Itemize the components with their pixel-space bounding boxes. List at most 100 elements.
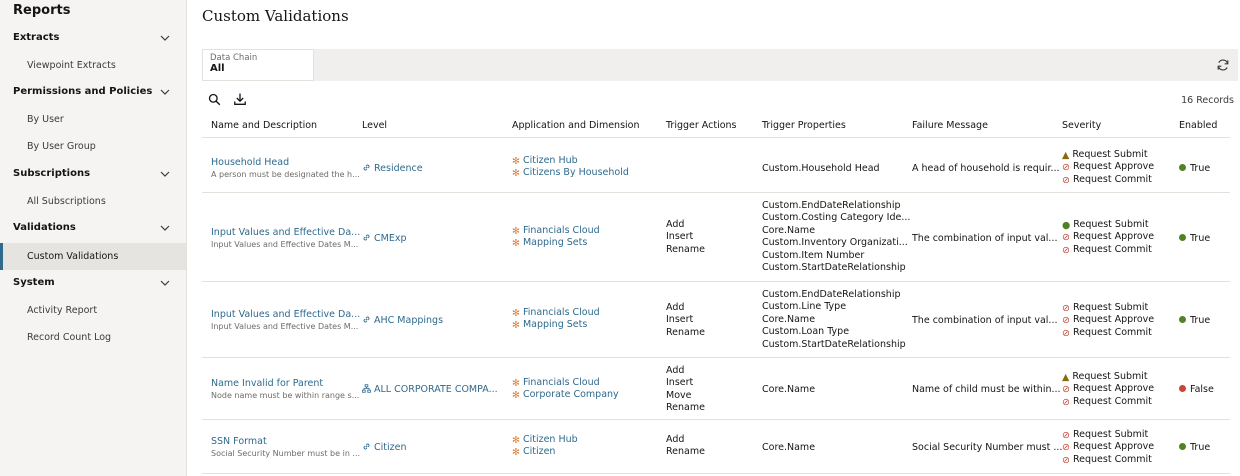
- column-header-name[interactable]: Name and Description: [211, 120, 317, 131]
- severity-cell: ▲ Request Submit ⊘ Request Approve ⊘ Reques…: [1062, 371, 1154, 408]
- sidebar-section-label: Subscriptions: [13, 168, 91, 179]
- download-icon[interactable]: [233, 92, 247, 106]
- application-link[interactable]: ✻ Citizen Hub: [512, 434, 578, 446]
- severity-label: Request Submit: [1072, 149, 1148, 160]
- trigger-property: Core.Name: [762, 313, 816, 325]
- name-cell: Input Values and Effective Da... Input V…: [211, 309, 360, 331]
- trigger-action: Rename: [666, 402, 705, 414]
- validation-name-link[interactable]: Name Invalid for Parent: [211, 378, 359, 389]
- dimension-link[interactable]: ✻ Citizens By Household: [512, 167, 629, 179]
- error-icon: ⊘: [1062, 315, 1070, 327]
- status-dot-green: [1179, 443, 1186, 450]
- severity-label: Request Commit: [1072, 395, 1152, 407]
- dimension-link[interactable]: ✻ Citizen: [512, 446, 578, 458]
- dimension-link[interactable]: ✻ Mapping Sets: [512, 237, 600, 249]
- sidebar-item-record-count-log[interactable]: Record Count Log: [0, 324, 186, 351]
- validation-name-link[interactable]: Household Head: [211, 157, 360, 168]
- name-cell: Input Values and Effective Da... Input V…: [211, 227, 360, 249]
- severity-item: ⊘ Request Approve: [1062, 441, 1154, 453]
- sidebar-item-label: All Subscriptions: [27, 196, 106, 207]
- level-link[interactable]: ALL CORPORATE COMPA...: [362, 384, 498, 395]
- column-header-application[interactable]: Application and Dimension: [512, 120, 640, 131]
- application-cell: ✻ Financials Cloud ✻ Corporate Company: [512, 377, 619, 402]
- sidebar-section-extracts[interactable]: Extracts: [0, 25, 186, 52]
- error-icon: ⊘: [1062, 327, 1070, 339]
- column-header-level[interactable]: Level: [362, 120, 387, 131]
- severity-label: Request Approve: [1072, 231, 1155, 243]
- validation-name-link[interactable]: SSN Format: [211, 436, 360, 447]
- sidebar-section-subscriptions[interactable]: Subscriptions: [0, 161, 186, 188]
- severity-label: Request Approve: [1072, 383, 1155, 395]
- trigger-property: Custom.Inventory Organizati...: [762, 237, 908, 249]
- validation-description: Social Security Number must be in ...: [211, 449, 361, 458]
- trigger-property: Custom.Line Type: [762, 301, 847, 313]
- dimension-link[interactable]: ✻ Corporate Company: [512, 389, 619, 401]
- column-header-severity[interactable]: Severity: [1062, 120, 1101, 131]
- application-link[interactable]: ✻ Financials Cloud: [512, 377, 619, 389]
- failure-message: The combination of input val...: [912, 233, 1058, 244]
- trigger-property: Core.Name: [762, 384, 816, 395]
- chevron-down-icon: [160, 35, 170, 41]
- error-icon: ⊘: [1062, 244, 1070, 256]
- application-link[interactable]: ✻ Citizen Hub: [512, 155, 629, 167]
- application-link[interactable]: ✻ Financials Cloud: [512, 307, 600, 319]
- application-cell: ✻ Financials Cloud ✻ Mapping Sets: [512, 225, 600, 250]
- severity-item: ⊘ Request Commit: [1062, 396, 1154, 408]
- sidebar-item-by-user-group[interactable]: By User Group: [0, 133, 186, 160]
- sidebar-section-validations[interactable]: Validations: [0, 215, 186, 242]
- application-label: Financials Cloud: [522, 377, 600, 388]
- failure-message: Name of child must be within...: [912, 384, 1061, 395]
- trigger-properties-cell: Custom.Household Head: [762, 163, 880, 175]
- sidebar-section-label: Validations: [13, 222, 76, 233]
- snowflake-icon: ✻: [512, 447, 520, 459]
- severity-cell: ▲ Request Submit ⊘ Request Approve ⊘ Reques…: [1062, 149, 1154, 186]
- dimension-label: Mapping Sets: [522, 319, 588, 331]
- sidebar-item-label: Viewpoint Extracts: [27, 60, 116, 71]
- validation-description: Node name must be within range s...: [211, 391, 360, 400]
- dimension-link[interactable]: ✻ Mapping Sets: [512, 319, 600, 331]
- check-circle-icon: ●: [1062, 220, 1071, 231]
- sidebar-item-viewpoint-extracts[interactable]: Viewpoint Extracts: [0, 52, 186, 79]
- sidebar-section-system[interactable]: System: [0, 270, 186, 297]
- trigger-actions-cell: Add Insert Rename: [666, 302, 705, 339]
- column-header-enabled[interactable]: Enabled: [1179, 120, 1217, 131]
- enabled-cell: True: [1179, 233, 1210, 245]
- level-link[interactable]: Residence: [362, 163, 423, 174]
- severity-item: ⊘ Request Commit: [1062, 174, 1154, 186]
- column-header-trigger-actions[interactable]: Trigger Actions: [666, 120, 737, 131]
- level-link[interactable]: AHC Mappings: [362, 315, 443, 326]
- trigger-property: Custom.Household Head: [762, 163, 880, 174]
- severity-item: ⊘ Request Commit: [1062, 454, 1154, 466]
- sidebar-item-custom-validations[interactable]: Custom Validations: [0, 243, 186, 270]
- data-chain-select[interactable]: Data Chain All: [202, 49, 314, 81]
- sidebar-item-all-subscriptions[interactable]: All Subscriptions: [0, 188, 186, 215]
- level-link[interactable]: Citizen: [362, 442, 407, 453]
- column-header-trigger-properties[interactable]: Trigger Properties: [762, 120, 846, 131]
- search-icon[interactable]: [208, 93, 221, 106]
- snowflake-icon: ✻: [512, 308, 520, 319]
- link-icon: [363, 164, 370, 171]
- chevron-down-icon: [160, 225, 170, 231]
- refresh-icon[interactable]: [1216, 58, 1230, 72]
- severity-item: ⊘ Request Approve: [1062, 161, 1154, 173]
- column-header-failure-message[interactable]: Failure Message: [912, 120, 988, 131]
- sidebar-item-by-user[interactable]: By User: [0, 106, 186, 133]
- level-label: Citizen: [374, 442, 407, 453]
- level-label: AHC Mappings: [374, 315, 444, 326]
- sidebar-section-permissions[interactable]: Permissions and Policies: [0, 79, 186, 106]
- application-link[interactable]: ✻ Financials Cloud: [512, 225, 600, 237]
- validation-name-link[interactable]: Input Values and Effective Da...: [211, 227, 360, 238]
- trigger-action: Add: [666, 219, 685, 230]
- name-cell: Household Head A person must be designat…: [211, 157, 360, 179]
- validation-name-link[interactable]: Input Values and Effective Da...: [211, 309, 360, 320]
- severity-item: ▲ Request Submit: [1062, 371, 1154, 383]
- trigger-action: Rename: [666, 326, 705, 338]
- enabled-label: False: [1190, 384, 1214, 395]
- sidebar-item-label: By User: [27, 114, 64, 125]
- chevron-down-icon: [160, 89, 170, 95]
- severity-cell: ⊘ Request Submit ⊘ Request Approve ⊘ Reques…: [1062, 302, 1154, 339]
- sidebar-item-activity-report[interactable]: Activity Report: [0, 297, 186, 324]
- severity-label: Request Submit: [1072, 429, 1149, 440]
- level-link[interactable]: CMExp: [362, 233, 407, 244]
- error-icon: ⊘: [1062, 303, 1070, 314]
